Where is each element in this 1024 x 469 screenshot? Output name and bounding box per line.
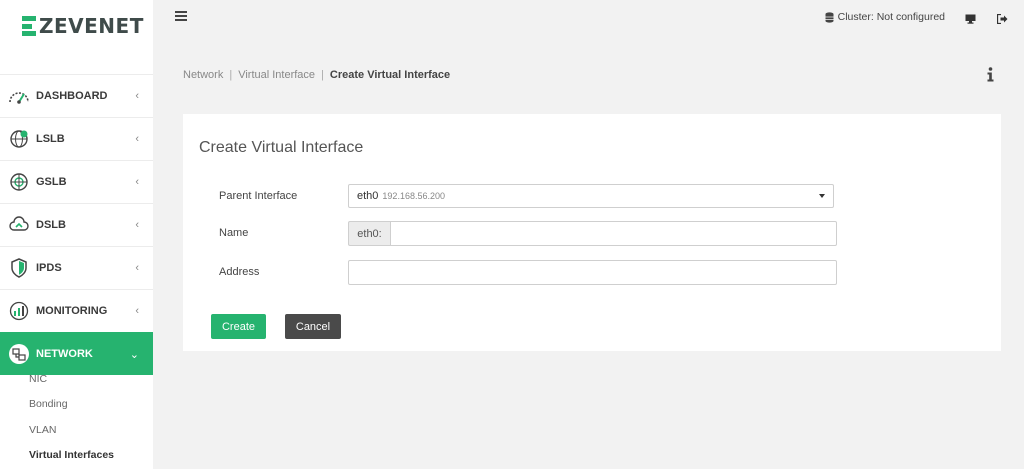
chevron-down-icon: ⌄ (129, 348, 139, 361)
chevron-left-icon: ‹ (135, 133, 139, 145)
sidebar-menu: DASHBOARD ‹ LSLB ‹ GSLB ‹ DSLB ‹ IPDS ‹ … (0, 74, 153, 375)
chevron-left-icon: ‹ (135, 305, 139, 317)
sidebar-item-lslb[interactable]: LSLB ‹ (0, 117, 153, 160)
info-icon[interactable] (987, 67, 994, 87)
brand-name: ZEVENET (39, 14, 144, 38)
breadcrumb: Network | Virtual Interface | Create Virtual… (183, 69, 451, 81)
sidebar-item-label: NETWORK (36, 348, 93, 360)
cancel-button[interactable]: Cancel (285, 314, 341, 339)
database-icon (825, 11, 834, 23)
chevron-left-icon: ‹ (135, 90, 139, 102)
parent-interface-label: Parent Interface (219, 190, 298, 202)
cluster-status-label: Cluster: Not configured (837, 11, 945, 23)
submenu-item-bonding[interactable]: Bonding (0, 392, 153, 418)
submenu-item-virtual-interfaces[interactable]: Virtual Interfaces (0, 443, 153, 469)
submenu-item-vlan[interactable]: VLAN (0, 417, 153, 443)
sidebar-item-dslb[interactable]: DSLB ‹ (0, 203, 153, 246)
network-icon (8, 343, 30, 365)
create-button[interactable]: Create (211, 314, 266, 339)
parent-interface-value: eth0 (357, 190, 379, 202)
sidebar-item-label: LSLB (36, 133, 65, 145)
sidebar-item-label: MONITORING (36, 305, 108, 317)
name-input-group: eth0: (348, 221, 837, 246)
sidebar-item-label: GSLB (36, 176, 67, 188)
chevron-left-icon: ‹ (135, 176, 139, 188)
name-prefix: eth0: (348, 221, 390, 246)
sidebar-item-dashboard[interactable]: DASHBOARD ‹ (0, 74, 153, 117)
sidebar-item-label: DSLB (36, 219, 66, 231)
sidebar-item-label: IPDS (36, 262, 62, 274)
cloud-sync-icon (8, 214, 30, 236)
address-label: Address (219, 266, 260, 278)
chevron-left-icon: ‹ (135, 262, 139, 274)
globe-check-icon (8, 128, 30, 150)
sidebar-item-gslb[interactable]: GSLB ‹ (0, 160, 153, 203)
sidebar-item-label: DASHBOARD (36, 90, 108, 102)
main-content: Network | Virtual Interface | Create Virtual… (153, 36, 1024, 469)
logout-icon[interactable] (996, 11, 1008, 29)
breadcrumb-virtual-interface[interactable]: Virtual Interface (238, 69, 315, 81)
create-virtual-interface-form: Create Virtual Interface Parent Interfac… (183, 114, 1001, 351)
network-submenu: NIC Bonding VLAN Virtual Interfaces (0, 366, 153, 468)
sidebar-item-monitoring[interactable]: MONITORING ‹ (0, 289, 153, 332)
chevron-left-icon: ‹ (135, 219, 139, 231)
monitor-icon[interactable] (965, 11, 976, 29)
submenu-item-nic[interactable]: NIC (0, 366, 153, 392)
menu-toggle-icon[interactable] (175, 11, 187, 21)
breadcrumb-current: Create Virtual Interface (329, 69, 451, 81)
address-input[interactable] (348, 260, 837, 285)
sidebar-item-ipds[interactable]: IPDS ‹ (0, 246, 153, 289)
sidebar: ZEVENET DASHBOARD ‹ LSLB ‹ GSLB ‹ DSLB ‹… (0, 0, 153, 469)
topbar: Cluster: Not configured (153, 0, 1024, 36)
name-input[interactable] (390, 221, 837, 246)
form-title: Create Virtual Interface (199, 139, 364, 156)
parent-interface-ip: 192.168.56.200 (382, 191, 445, 201)
shield-icon (8, 257, 30, 279)
brand-logo[interactable]: ZEVENET (22, 13, 144, 39)
monitoring-chart-icon (8, 300, 30, 322)
dashboard-gauge-icon (8, 85, 30, 107)
breadcrumb-network[interactable]: Network (183, 69, 223, 81)
name-label: Name (219, 227, 249, 239)
parent-interface-select[interactable]: eth0 192.168.56.200 (348, 184, 834, 208)
globe-grid-icon (8, 171, 30, 193)
cluster-status[interactable]: Cluster: Not configured (825, 11, 945, 23)
brand-mark-icon (22, 16, 36, 36)
caret-down-icon (819, 194, 825, 198)
